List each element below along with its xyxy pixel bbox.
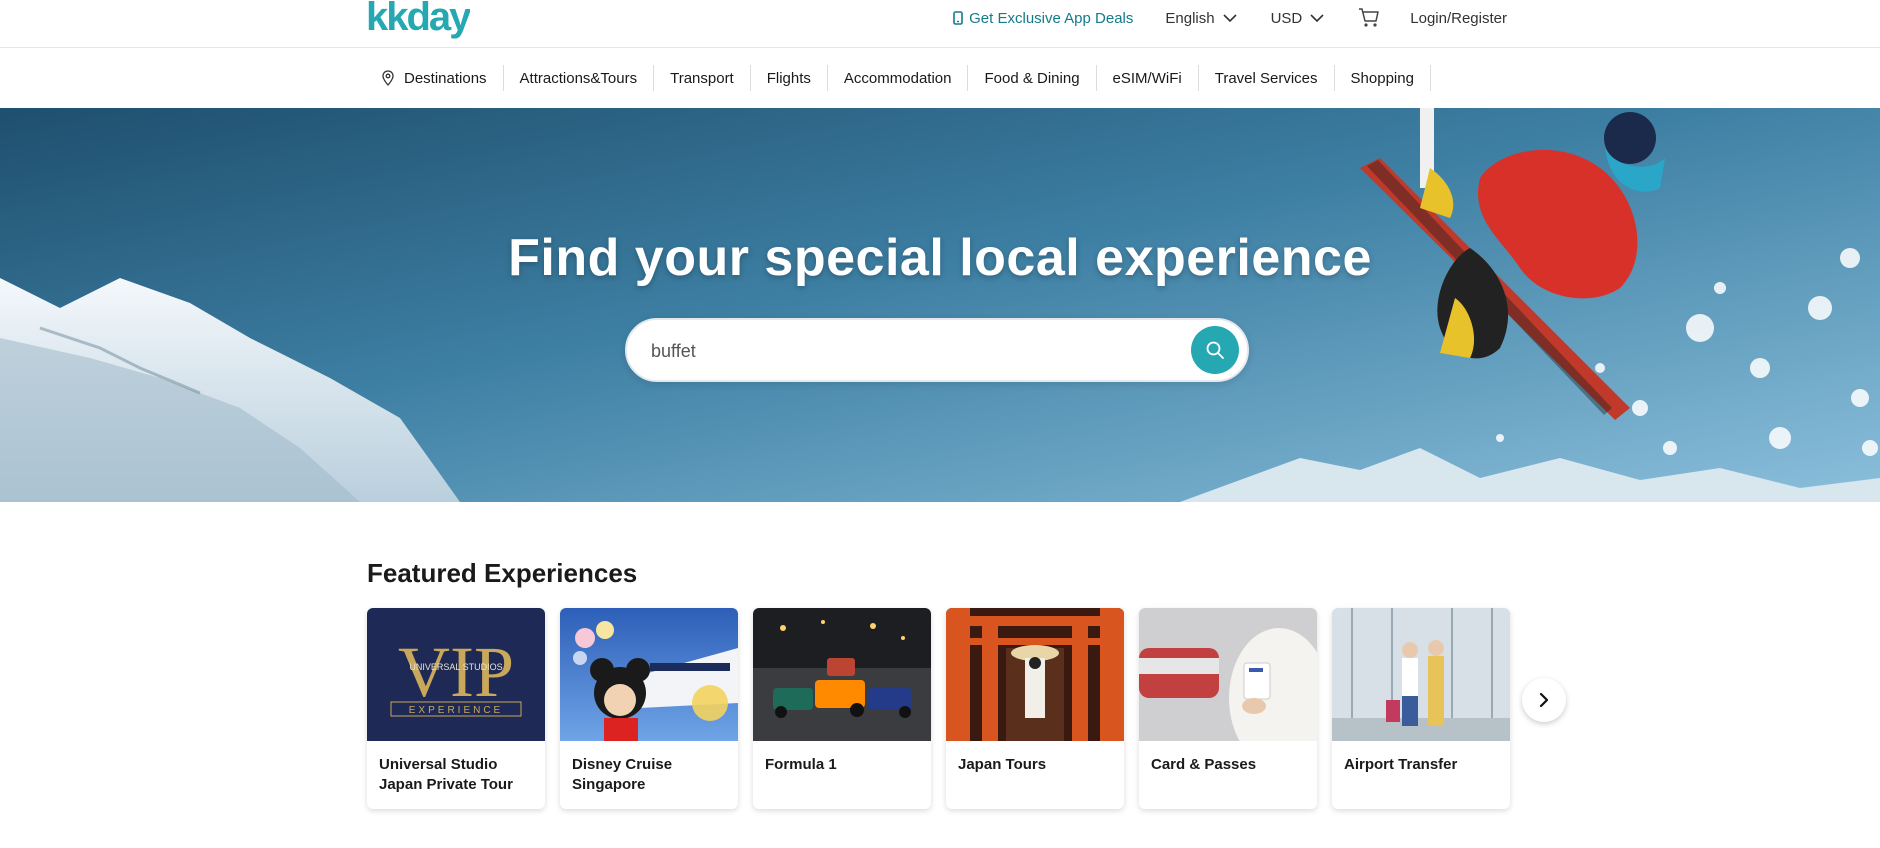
search-input[interactable] — [651, 334, 1151, 368]
featured-card-usj[interactable]: VIP UNIVERSAL STUDIOS EXPERIENCE Univers… — [367, 608, 545, 809]
nav-item-flights[interactable]: Flights — [751, 65, 828, 91]
nav-item-food-dining[interactable]: Food & Dining — [968, 65, 1097, 91]
card-label: Airport Transfer — [1344, 756, 1458, 773]
nav-label: Accommodation — [843, 69, 952, 87]
language-selector[interactable]: English — [1165, 9, 1237, 27]
featured-card-card-passes[interactable]: Card & Passes — [1139, 608, 1317, 809]
formula-1-thumbnail — [753, 608, 931, 741]
hero-banner: Find your special local experience — [0, 108, 1880, 502]
featured-card-formula-1[interactable]: Formula 1 — [753, 608, 931, 809]
nav-item-accommodation[interactable]: Accommodation — [828, 65, 969, 91]
featured-card-disney-cruise[interactable]: Disney Cruise Singapore — [560, 608, 738, 809]
svg-text:kkday: kkday — [366, 0, 470, 39]
top-right-menu: Get Exclusive App Deals English USD Logi… — [953, 0, 1507, 36]
chevron-right-icon — [1539, 692, 1549, 708]
nav-label: Food & Dining — [984, 69, 1080, 87]
app-deals-label: Get Exclusive App Deals — [969, 9, 1134, 27]
airport-transfer-thumbnail — [1332, 608, 1510, 741]
nav-label: Attractions&Tours — [519, 69, 638, 87]
app-deals-link[interactable]: Get Exclusive App Deals — [953, 10, 1133, 27]
kkday-logo[interactable]: kkday — [366, 0, 470, 40]
featured-card-airport-transfer[interactable]: Airport Transfer — [1332, 608, 1510, 809]
disney-cruise-thumbnail — [560, 608, 738, 741]
top-bar: kkday Get Exclusive App Deals English US… — [0, 0, 1880, 48]
nav-item-destinations[interactable]: Destinations — [366, 65, 504, 91]
language-label: English — [1165, 9, 1215, 27]
cart-icon — [1359, 8, 1380, 27]
card-passes-thumbnail — [1139, 608, 1317, 741]
currency-label: USD — [1270, 9, 1303, 27]
card-label: Disney Cruise Singapore — [572, 756, 673, 793]
universal-studio-thumbnail: VIP UNIVERSAL STUDIOS EXPERIENCE — [367, 608, 545, 741]
nav-label: eSIM/WiFi — [1112, 69, 1182, 87]
featured-next-button[interactable] — [1522, 678, 1566, 722]
svg-text:EXPERIENCE: EXPERIENCE — [409, 705, 503, 716]
search-box — [625, 318, 1249, 382]
card-label: Japan Tours — [958, 756, 1047, 773]
nav-item-transport[interactable]: Transport — [654, 65, 751, 91]
nav-label: Transport — [670, 69, 734, 87]
search-button[interactable] — [1191, 326, 1239, 374]
japan-tours-thumbnail — [946, 608, 1124, 741]
nav-label: Flights — [766, 69, 811, 87]
nav-item-esim-wifi[interactable]: eSIM/WiFi — [1097, 65, 1199, 91]
main-nav: Destinations Attractions&Tours Transport… — [366, 48, 1431, 108]
nav-item-attractions-tours[interactable]: Attractions&Tours — [504, 65, 655, 91]
card-label: Card & Passes — [1151, 756, 1257, 773]
nav-item-travel-services[interactable]: Travel Services — [1199, 65, 1335, 91]
card-label: Universal Studio Japan Private Tour — [379, 756, 513, 793]
hero-background-image — [0, 108, 1880, 502]
featured-card-japan-tours[interactable]: Japan Tours — [946, 608, 1124, 809]
currency-selector[interactable]: USD — [1271, 10, 1325, 27]
nav-label: Shopping — [1350, 69, 1414, 87]
location-pin-icon — [382, 70, 394, 86]
svg-text:VIP: VIP — [398, 632, 514, 712]
featured-section-title: Featured Experiences — [367, 558, 638, 588]
hero-title: Find your special local experience — [508, 229, 1372, 287]
kkday-logo-icon: kkday — [366, 0, 470, 39]
chevron-down-icon — [1223, 13, 1237, 22]
svg-text:UNIVERSAL STUDIOS: UNIVERSAL STUDIOS — [409, 662, 502, 672]
chevron-down-icon — [1310, 13, 1324, 22]
nav-label: Travel Services — [1214, 69, 1318, 87]
login-register-link[interactable]: Login/Register — [1410, 10, 1507, 27]
card-label: Formula 1 — [765, 756, 837, 773]
search-icon — [1206, 341, 1224, 359]
nav-label: Destinations — [404, 69, 487, 87]
featured-cards-list: VIP UNIVERSAL STUDIOS EXPERIENCE Univers… — [367, 608, 1510, 809]
cart-button[interactable] — [1358, 8, 1380, 28]
nav-item-shopping[interactable]: Shopping — [1335, 65, 1431, 91]
phone-icon — [953, 11, 963, 25]
